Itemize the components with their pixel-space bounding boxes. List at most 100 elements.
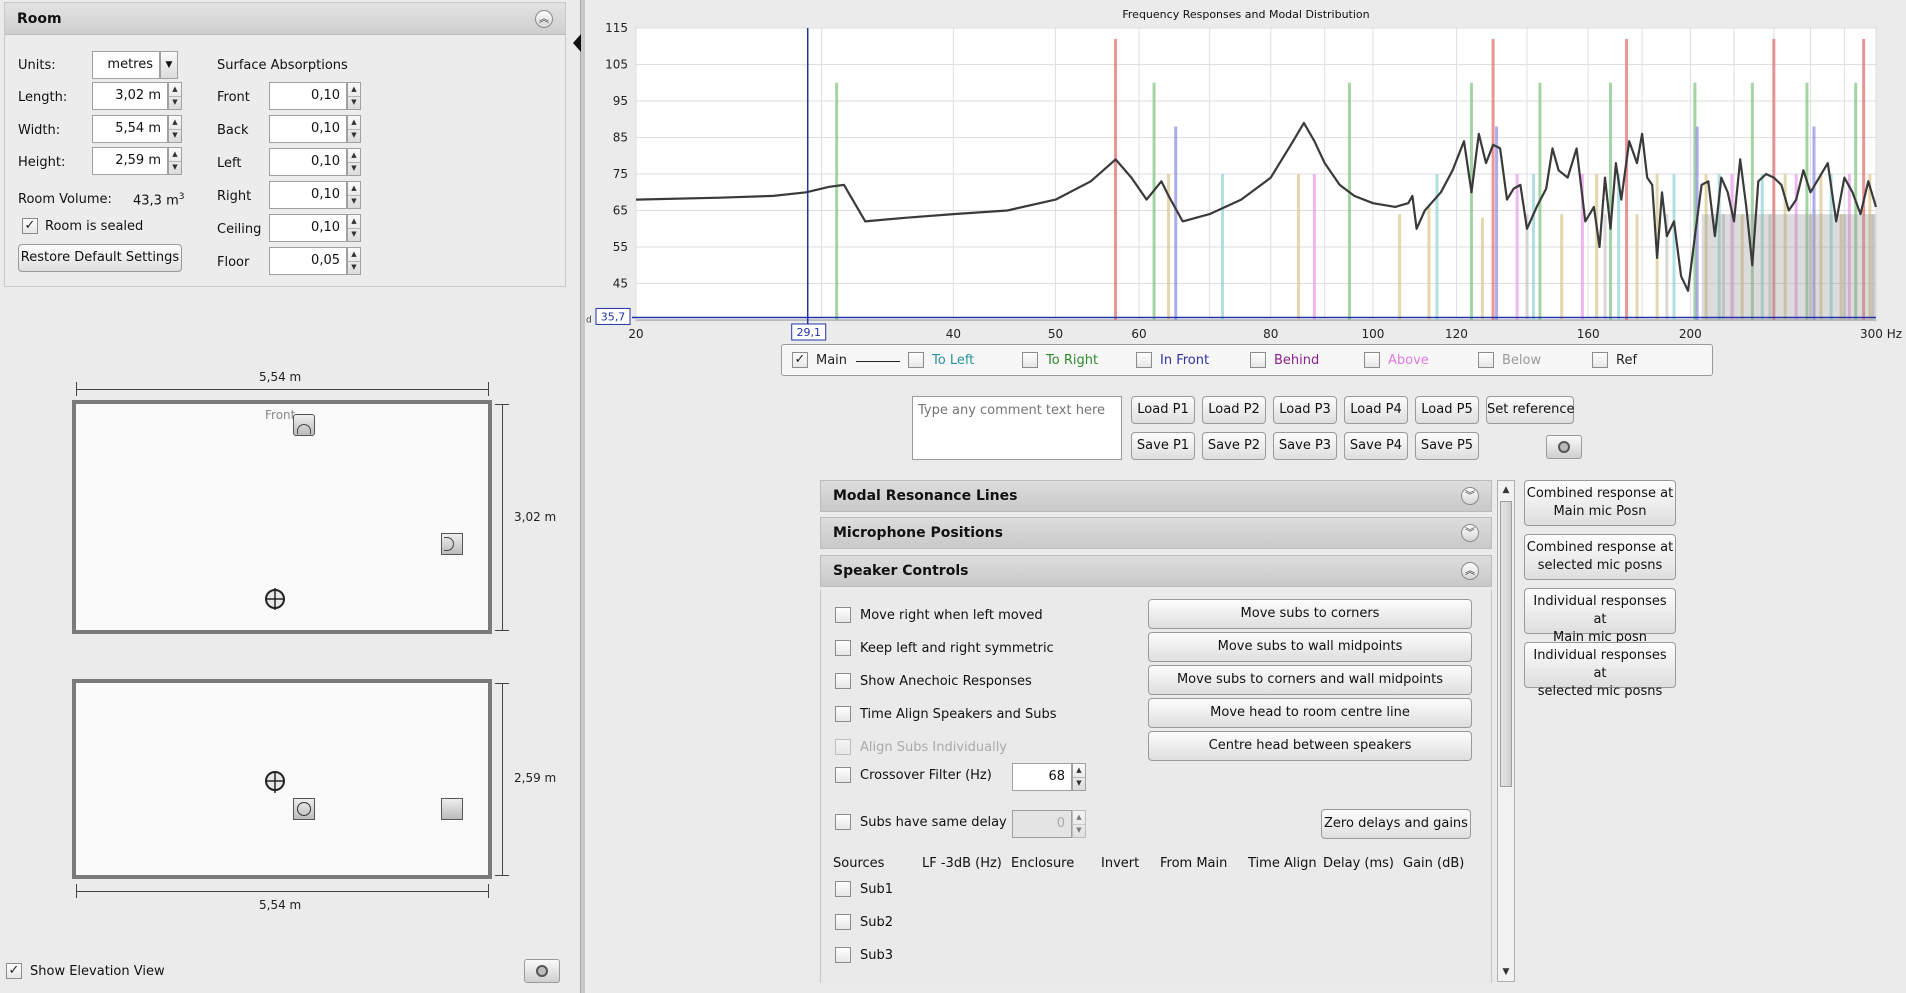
length-stepper[interactable]: ▲ ▼	[168, 82, 182, 110]
crossover-field[interactable]: 68	[1012, 763, 1072, 791]
response-mode-button-1[interactable]: Combined response at Main mic Posn	[1524, 480, 1676, 526]
arrow-up-icon[interactable]: ▲	[1073, 764, 1085, 778]
absorption-stepper-ceiling[interactable]: ▲ ▼	[347, 214, 361, 242]
subs-same-delay-checkbox[interactable]	[835, 814, 851, 830]
absorption-field-left[interactable]: 0,10	[269, 148, 347, 176]
crossover-checkbox[interactable]	[835, 767, 851, 783]
save-p1-button[interactable]: Save P1	[1131, 432, 1195, 460]
legend-to-right-checkbox[interactable]	[1022, 352, 1038, 368]
front-speaker-icon[interactable]	[293, 414, 315, 436]
sub3-checkbox[interactable]	[835, 947, 851, 963]
width-field[interactable]: 5,54 m	[92, 115, 168, 143]
legend-to-left-checkbox[interactable]	[908, 352, 924, 368]
save-p4-button[interactable]: Save P4	[1344, 432, 1408, 460]
speaker-action-button-3[interactable]: Move subs to corners and wall midpoints	[1148, 665, 1472, 695]
load-p3-button[interactable]: Load P3	[1273, 396, 1337, 424]
arrow-down-icon[interactable]: ▼	[169, 129, 181, 142]
room-panel-header[interactable]: Room	[5, 3, 565, 35]
sub1-checkbox[interactable]	[835, 881, 851, 897]
load-p1-button[interactable]: Load P1	[1131, 396, 1195, 424]
listener-head-icon[interactable]	[262, 584, 288, 614]
arrow-down-icon[interactable]: ▼	[348, 195, 360, 208]
save-p3-button[interactable]: Save P3	[1273, 432, 1337, 460]
collapse-left-icon[interactable]	[573, 34, 581, 52]
scroll-up-icon[interactable]: ▲	[1498, 481, 1514, 499]
speaker-option-3-checkbox[interactable]	[835, 673, 851, 689]
side-speaker-elevation-icon[interactable]	[441, 798, 463, 820]
arrow-up-icon[interactable]: ▲	[169, 83, 181, 97]
absorption-stepper-left[interactable]: ▲ ▼	[347, 148, 361, 176]
absorption-stepper-floor[interactable]: ▲ ▼	[347, 247, 361, 275]
speaker-action-button-1[interactable]: Move subs to corners	[1148, 599, 1472, 629]
collapse-up-icon[interactable]: ︽	[1461, 562, 1479, 580]
side-speaker-icon[interactable]	[441, 533, 463, 555]
arrow-up-icon[interactable]: ▲	[348, 215, 360, 229]
comment-textarea[interactable]	[912, 396, 1122, 460]
absorption-field-back[interactable]: 0,10	[269, 115, 347, 143]
arrow-up-icon[interactable]: ▲	[348, 149, 360, 163]
absorption-field-ceiling[interactable]: 0,10	[269, 214, 347, 242]
absorption-field-floor[interactable]: 0,05	[269, 247, 347, 275]
arrow-down-icon[interactable]: ▼	[348, 261, 360, 274]
save-p2-button[interactable]: Save P2	[1202, 432, 1266, 460]
response-mode-button-4[interactable]: Individual responses at selected mic posn…	[1524, 642, 1676, 699]
arrow-down-icon[interactable]: ▼	[348, 228, 360, 241]
response-mode-button-2[interactable]: Combined response at selected mic posns	[1524, 534, 1676, 580]
collapse-up-icon[interactable]: ︽	[535, 10, 553, 28]
length-field[interactable]: 3,02 m	[92, 82, 168, 110]
scrollbar-thumb[interactable]	[1500, 501, 1512, 787]
arrow-down-icon[interactable]: ▼	[348, 96, 360, 109]
arrow-up-icon[interactable]: ▲	[348, 116, 360, 130]
speaker-option-4-checkbox[interactable]	[835, 706, 851, 722]
legend-main-checkbox[interactable]: ✓	[792, 352, 808, 368]
speaker-action-button-4[interactable]: Move head to room centre line	[1148, 698, 1472, 728]
subs-delay-stepper[interactable]: ▲ ▼	[1072, 810, 1086, 838]
legend-below-checkbox[interactable]	[1478, 352, 1494, 368]
microphone-positions-header[interactable]: Microphone Positions	[820, 517, 1492, 549]
camera-icon[interactable]	[524, 959, 560, 983]
load-p4-button[interactable]: Load P4	[1344, 396, 1408, 424]
absorption-field-front[interactable]: 0,10	[269, 82, 347, 110]
speaker-controls-header[interactable]: Speaker Controls	[820, 555, 1492, 587]
absorption-stepper-front[interactable]: ▲ ▼	[347, 82, 361, 110]
response-mode-button-3[interactable]: Individual responses at Main mic posn	[1524, 588, 1676, 645]
load-p2-button[interactable]: Load P2	[1202, 396, 1266, 424]
legend-in-front-checkbox[interactable]	[1136, 352, 1152, 368]
listener-head-elevation-icon[interactable]	[262, 767, 288, 797]
width-stepper[interactable]: ▲ ▼	[168, 115, 182, 143]
frequency-response-chart[interactable]: 115 105 95 85 75 65 55 45 20 40 50 60 80 100 120 160 200…	[584, 20, 1906, 342]
modal-resonance-lines-header[interactable]: Modal Resonance Lines	[820, 480, 1492, 512]
speaker-action-button-5[interactable]: Centre head between speakers	[1148, 731, 1472, 761]
height-field[interactable]: 2,59 m	[92, 147, 168, 175]
absorption-field-right[interactable]: 0,10	[269, 181, 347, 209]
height-stepper[interactable]: ▲ ▼	[168, 147, 182, 175]
absorption-stepper-back[interactable]: ▲ ▼	[347, 115, 361, 143]
absorption-stepper-right[interactable]: ▲ ▼	[347, 181, 361, 209]
legend-behind-checkbox[interactable]	[1250, 352, 1266, 368]
arrow-down-icon[interactable]: ▼	[348, 129, 360, 142]
arrow-down-icon[interactable]: ▼	[169, 96, 181, 109]
units-select[interactable]: metres	[92, 51, 160, 79]
camera-icon[interactable]	[1546, 435, 1582, 459]
sub-speaker-elevation-icon[interactable]	[293, 798, 315, 820]
arrow-down-icon[interactable]: ▼	[1073, 777, 1085, 790]
units-dropdown-button[interactable]: ▼	[160, 51, 178, 79]
set-reference-button[interactable]: Set reference	[1486, 396, 1575, 424]
speaker-option-2-checkbox[interactable]	[835, 640, 851, 656]
show-elevation-checkbox[interactable]: ✓	[6, 963, 22, 979]
speaker-option-1-checkbox[interactable]	[835, 607, 851, 623]
speaker-controls-scrollbar[interactable]: ▲ ▼	[1497, 480, 1515, 982]
legend-ref-checkbox[interactable]	[1592, 352, 1608, 368]
arrow-up-icon[interactable]: ▲	[1073, 811, 1085, 825]
zero-delays-button[interactable]: Zero delays and gains	[1321, 809, 1471, 839]
save-p5-button[interactable]: Save P5	[1415, 432, 1479, 460]
arrow-up-icon[interactable]: ▲	[348, 182, 360, 196]
legend-above-checkbox[interactable]	[1364, 352, 1380, 368]
expand-down-icon[interactable]: ︾	[1461, 524, 1479, 542]
arrow-down-icon[interactable]: ▼	[169, 161, 181, 174]
arrow-down-icon[interactable]: ▼	[348, 162, 360, 175]
restore-defaults-button[interactable]: Restore Default Settings	[18, 244, 182, 272]
speaker-action-button-2[interactable]: Move subs to wall midpoints	[1148, 632, 1472, 662]
load-p5-button[interactable]: Load P5	[1415, 396, 1479, 424]
scroll-down-icon[interactable]: ▼	[1498, 963, 1514, 981]
